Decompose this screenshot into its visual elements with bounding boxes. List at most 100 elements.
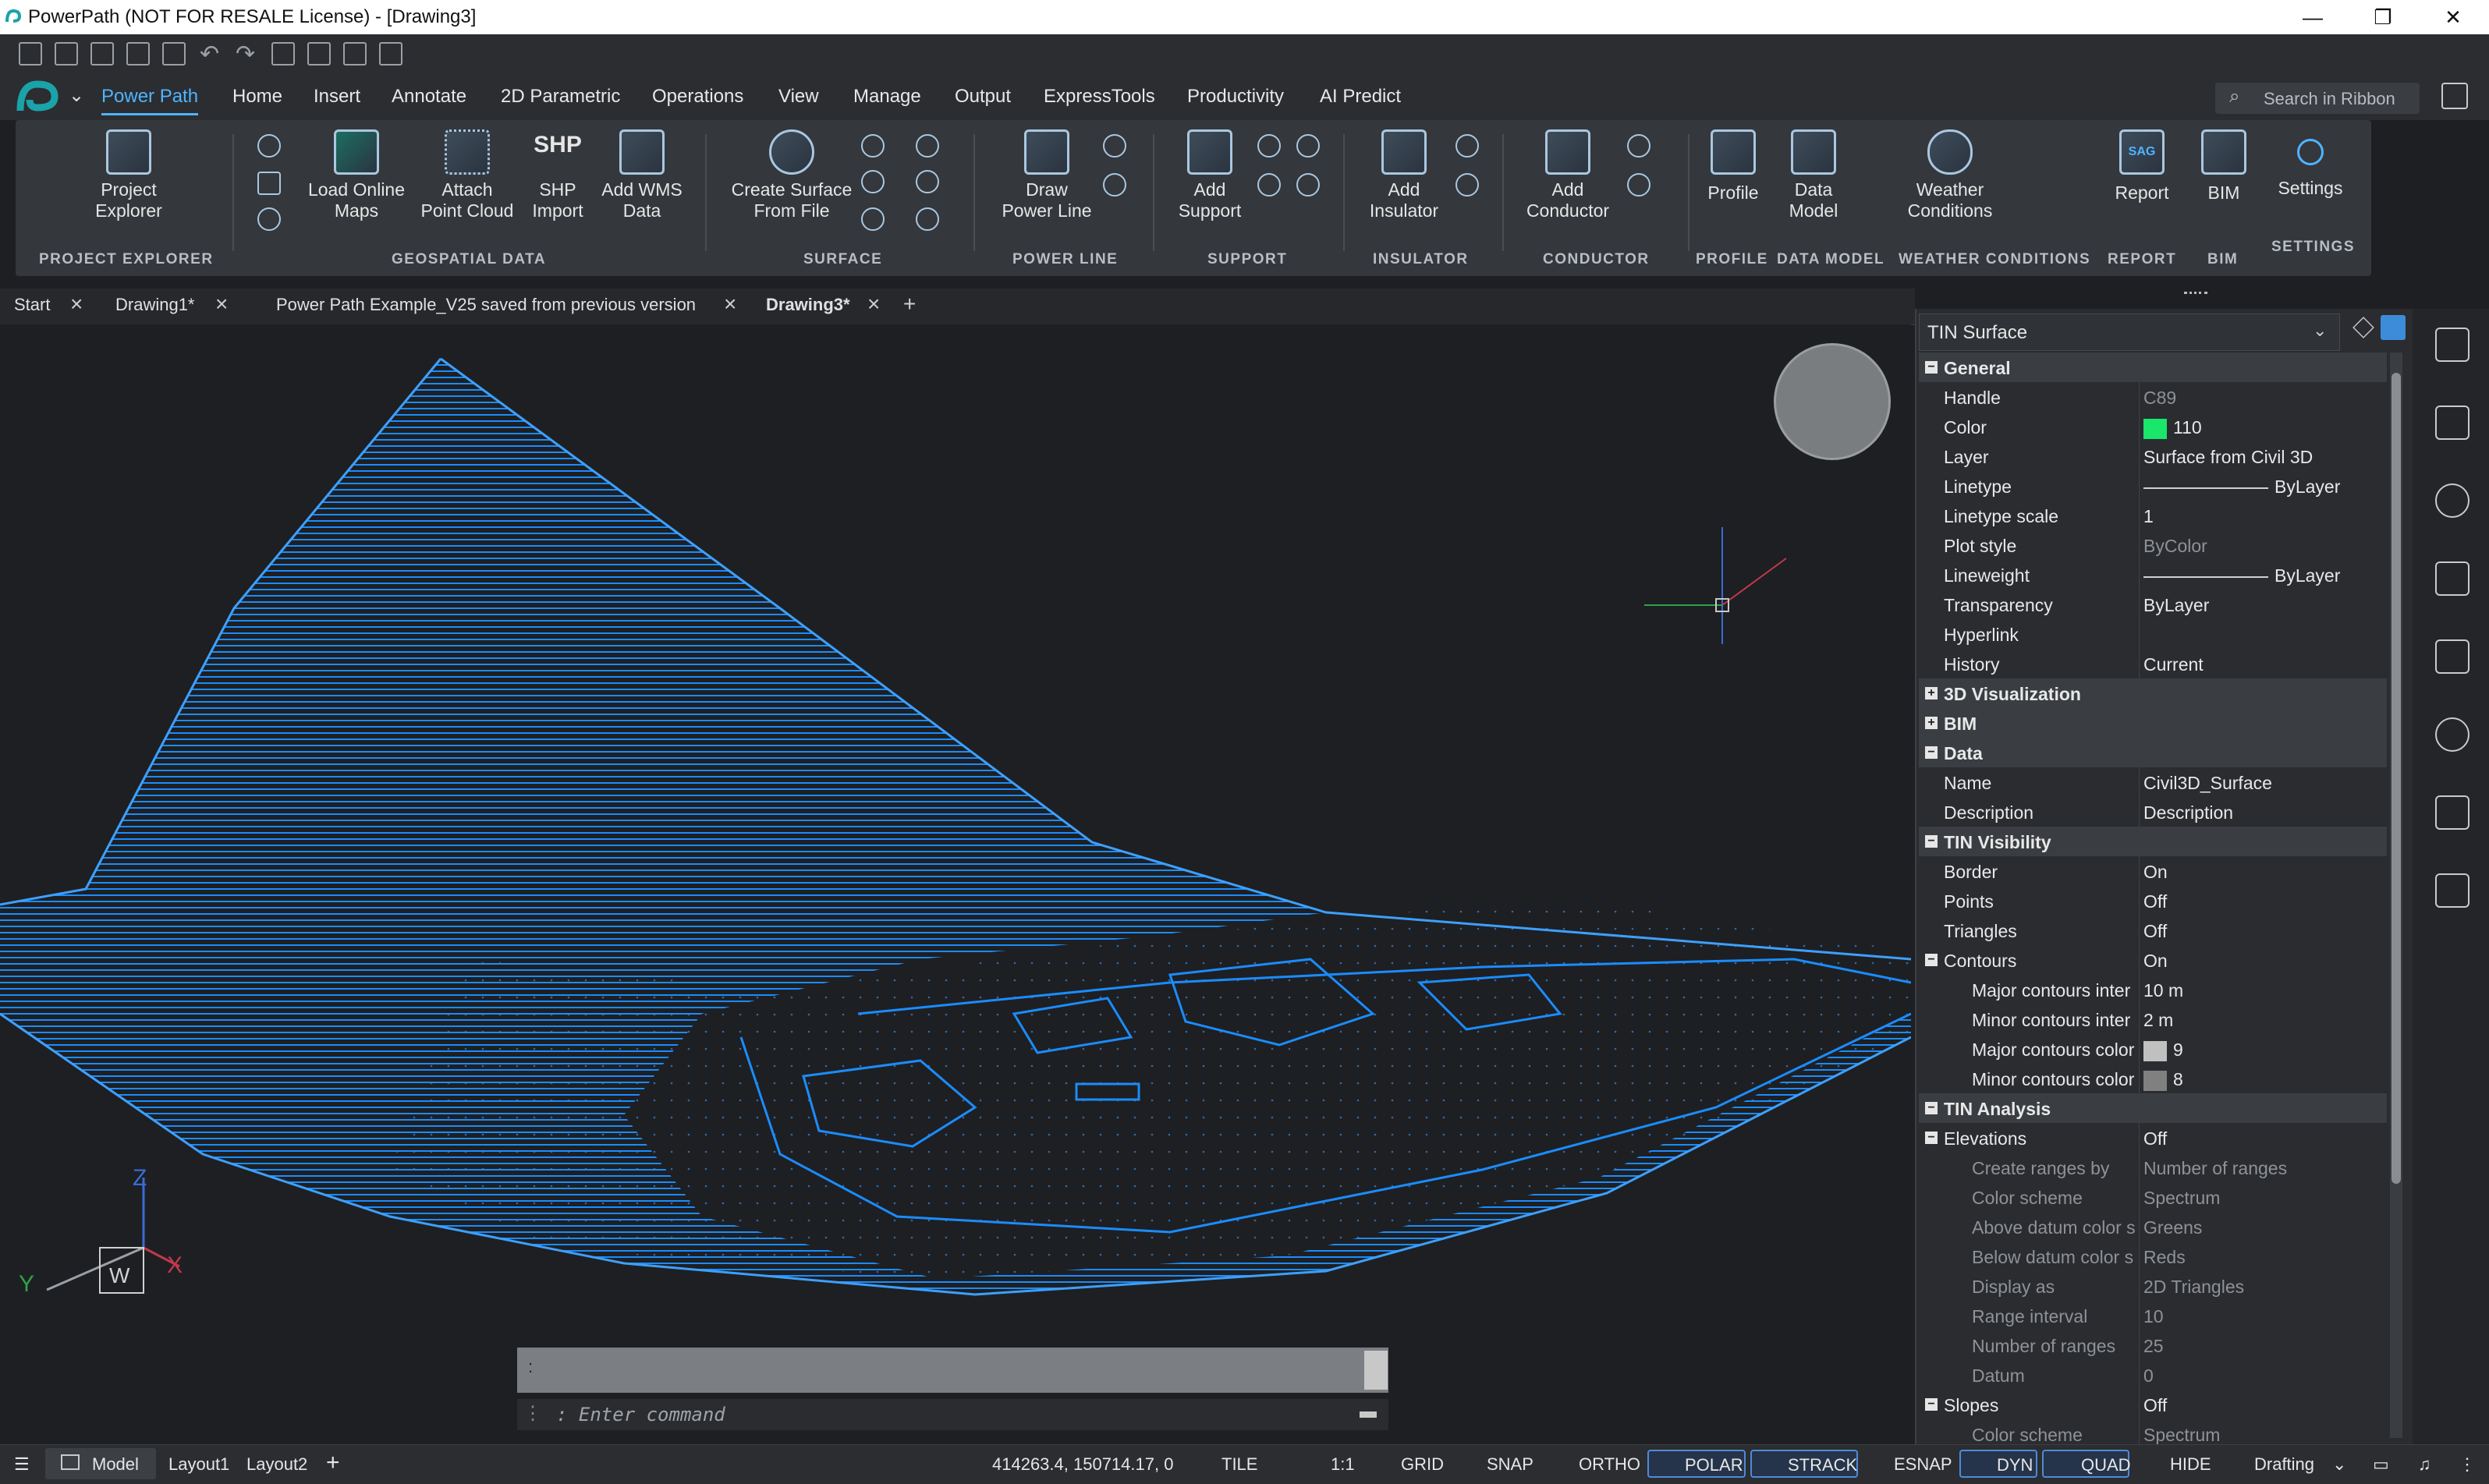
dyn-toggle[interactable]: DYN bbox=[1959, 1450, 2037, 1478]
expand-icon[interactable]: + bbox=[1925, 687, 1938, 699]
draw-power-line-button[interactable]: Draw Power Line bbox=[984, 129, 1109, 221]
quick-select-icon[interactable] bbox=[2381, 315, 2406, 340]
property-value[interactable]: 2 m bbox=[2143, 1010, 2173, 1031]
new-file-icon[interactable] bbox=[19, 42, 42, 66]
more-options-icon[interactable]: ⋮ bbox=[2459, 1454, 2476, 1475]
add-support-button[interactable]: Add Support bbox=[1164, 129, 1256, 221]
property-value[interactable]: Greens bbox=[2143, 1217, 2202, 1238]
property-section[interactable]: − General bbox=[1919, 352, 2387, 382]
add-layout-icon[interactable]: + bbox=[326, 1450, 340, 1476]
minimize-button[interactable]: — bbox=[2285, 3, 2340, 31]
drawing-viewport[interactable]: Z Y X W bbox=[0, 324, 1911, 1444]
property-value[interactable]: 0 bbox=[2143, 1365, 2154, 1387]
property-row[interactable]: Triangles Off bbox=[1919, 916, 2387, 945]
doc-tab-drawing1[interactable]: Drawing1* bbox=[115, 295, 195, 315]
property-value[interactable]: 8 bbox=[2143, 1069, 2183, 1091]
image-icon[interactable] bbox=[257, 172, 281, 195]
open-file-icon[interactable] bbox=[55, 42, 78, 66]
attach-point-cloud-button[interactable]: Attach Point Cloud bbox=[412, 129, 523, 221]
hide-toggle[interactable]: HIDE bbox=[2170, 1454, 2211, 1475]
conductor-tool-2-icon[interactable] bbox=[1627, 173, 1650, 197]
tab-ai-predict[interactable]: AI Predict bbox=[1320, 86, 1401, 108]
report-button[interactable]: SAG Report bbox=[2103, 129, 2181, 204]
layers-icon[interactable] bbox=[2435, 406, 2469, 440]
object-type-select[interactable]: TIN Surface ⌄ bbox=[1919, 313, 2340, 351]
redo-icon[interactable]: ↷ bbox=[236, 41, 255, 68]
strack-toggle[interactable]: STRACK bbox=[1750, 1450, 1858, 1478]
create-surface-button[interactable]: Create Surface From File bbox=[718, 129, 866, 221]
command-input[interactable]: ⋮ : Enter command bbox=[517, 1399, 1388, 1430]
property-row[interactable]: Points Off bbox=[1919, 886, 2387, 916]
quad-toggle[interactable]: QUAD bbox=[2042, 1450, 2131, 1478]
save-as-icon[interactable] bbox=[126, 42, 150, 66]
command-minimize-icon[interactable] bbox=[1360, 1411, 1377, 1418]
command-scrollbar[interactable] bbox=[1364, 1351, 1388, 1390]
conductor-tool-1-icon[interactable] bbox=[1627, 134, 1650, 158]
surface-tool-4-icon[interactable] bbox=[916, 134, 939, 158]
property-row[interactable]: Above datum color s Greens bbox=[1919, 1212, 2387, 1241]
close-tab-icon[interactable]: × bbox=[215, 292, 228, 317]
property-row[interactable]: − Contours On bbox=[1919, 945, 2387, 975]
settings-button[interactable]: Settings bbox=[2270, 129, 2351, 199]
navigation-wheel[interactable] bbox=[1774, 343, 1891, 460]
property-row[interactable]: Handle C89 bbox=[1919, 382, 2387, 412]
collapse-icon[interactable]: − bbox=[1925, 361, 1938, 374]
property-row[interactable]: Name Civil3D_Surface bbox=[1919, 767, 2387, 797]
property-row[interactable]: Major contours inter 10 m bbox=[1919, 975, 2387, 1004]
tab-manage[interactable]: Manage bbox=[853, 86, 921, 108]
property-value[interactable]: Current bbox=[2143, 654, 2204, 675]
property-row[interactable]: Plot style ByColor bbox=[1919, 530, 2387, 560]
property-row[interactable]: Display as 2D Triangles bbox=[1919, 1271, 2387, 1301]
property-value[interactable]: ByLayer bbox=[2143, 476, 2340, 498]
property-row[interactable]: Description Description bbox=[1919, 797, 2387, 827]
screen-icon[interactable]: ▭ bbox=[2373, 1454, 2389, 1475]
property-value[interactable]: Off bbox=[2143, 891, 2167, 912]
close-tab-icon[interactable]: × bbox=[70, 292, 83, 317]
collapse-icon[interactable]: − bbox=[1925, 1102, 1938, 1114]
insulator-tool-2-icon[interactable] bbox=[1455, 173, 1479, 197]
surface-tool-3-icon[interactable] bbox=[861, 207, 885, 231]
support-tool-4-icon[interactable] bbox=[1296, 173, 1320, 197]
close-tab-icon[interactable]: × bbox=[867, 292, 880, 317]
publish-icon[interactable] bbox=[271, 42, 295, 66]
property-value[interactable]: Spectrum bbox=[2143, 1425, 2220, 1446]
property-value[interactable]: 25 bbox=[2143, 1336, 2164, 1357]
property-value[interactable]: Description bbox=[2143, 802, 2233, 823]
property-section[interactable]: − TIN Visibility bbox=[1919, 827, 2387, 856]
load-online-maps-button[interactable]: Load Online Maps bbox=[301, 129, 412, 221]
undo-icon[interactable]: ↶ bbox=[200, 41, 219, 68]
property-row[interactable]: Hyperlink bbox=[1919, 619, 2387, 649]
profile-button[interactable]: Profile bbox=[1694, 129, 1772, 204]
property-row[interactable]: Range interval 10 bbox=[1919, 1301, 2387, 1330]
tab-home[interactable]: Home bbox=[232, 86, 282, 108]
property-row[interactable]: Linetype scale 1 bbox=[1919, 501, 2387, 530]
property-section[interactable]: − TIN Analysis bbox=[1919, 1093, 2387, 1123]
panel-grip-icon[interactable] bbox=[2184, 292, 2207, 296]
tab-2d-parametric[interactable]: 2D Parametric bbox=[501, 86, 620, 108]
property-value[interactable]: 110 bbox=[2143, 417, 2202, 439]
tab-operations[interactable]: Operations bbox=[652, 86, 743, 108]
ribbon-options-icon[interactable] bbox=[2441, 83, 2468, 109]
cloud-sync-icon[interactable] bbox=[2435, 717, 2469, 752]
maximize-button[interactable]: ❐ bbox=[2356, 3, 2410, 31]
property-row[interactable]: Number of ranges 25 bbox=[1919, 1330, 2387, 1360]
properties-scroll-thumb[interactable] bbox=[2391, 373, 2401, 1184]
property-row[interactable]: Datum 0 bbox=[1919, 1360, 2387, 1390]
property-row[interactable]: Border On bbox=[1919, 856, 2387, 886]
print-icon[interactable] bbox=[162, 42, 186, 66]
layout1-tab[interactable]: Layout1 bbox=[168, 1454, 229, 1475]
tab-insert[interactable]: Insert bbox=[314, 86, 360, 108]
property-row[interactable]: Create ranges by Number of ranges bbox=[1919, 1153, 2387, 1182]
property-row[interactable]: Color scheme Spectrum bbox=[1919, 1182, 2387, 1212]
collapse-icon[interactable]: − bbox=[1925, 1398, 1938, 1411]
property-value[interactable]: 10 bbox=[2143, 1306, 2164, 1327]
export-icon[interactable] bbox=[379, 42, 402, 66]
ortho-toggle[interactable]: ORTHO bbox=[1579, 1454, 1640, 1475]
project-explorer-button[interactable]: Project Explorer bbox=[78, 129, 179, 221]
add-conductor-button[interactable]: Add Conductor bbox=[1513, 129, 1622, 221]
app-menu-logo-icon[interactable] bbox=[12, 76, 62, 117]
property-value[interactable]: Surface from Civil 3D bbox=[2143, 447, 2313, 468]
property-value[interactable]: Off bbox=[2143, 921, 2167, 942]
tab-productivity[interactable]: Productivity bbox=[1187, 86, 1284, 108]
bim-button[interactable]: BIM bbox=[2189, 129, 2259, 204]
